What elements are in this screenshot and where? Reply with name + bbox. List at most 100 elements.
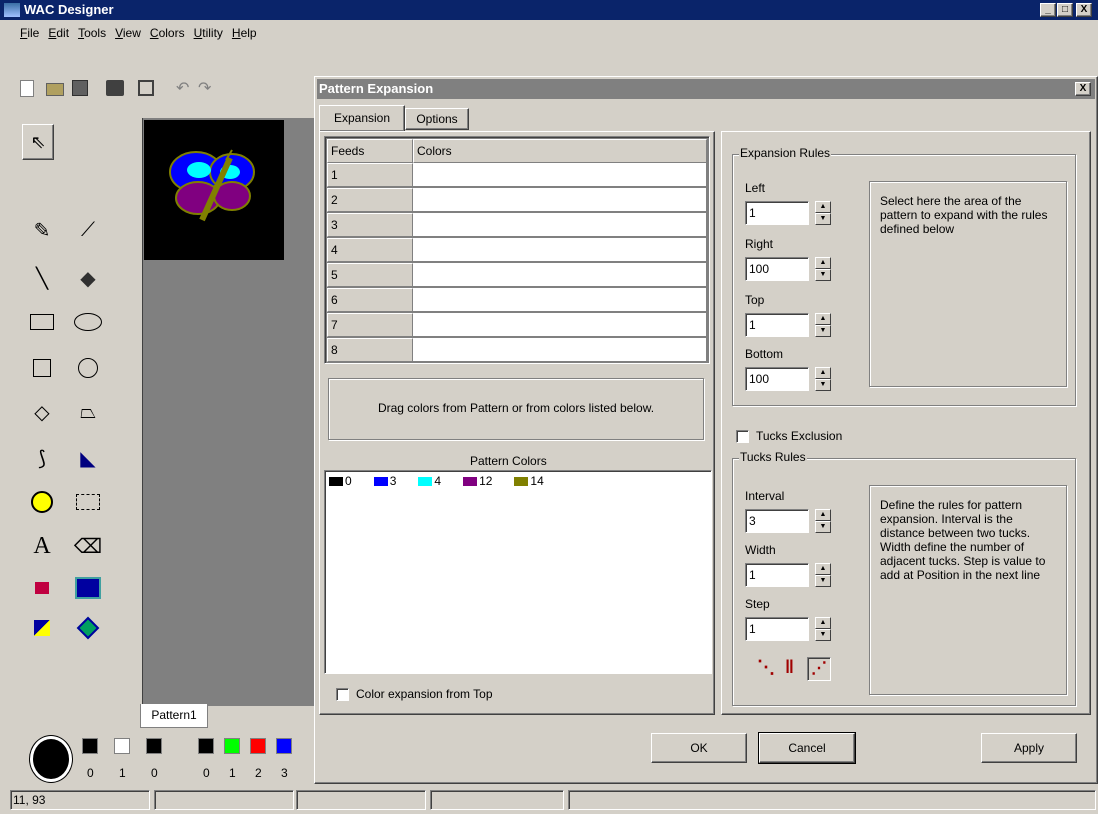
grid-color-cell[interactable] — [413, 288, 707, 312]
menu-item-4[interactable]: Colors — [150, 26, 185, 40]
pattern-color-item[interactable]: 3 — [373, 474, 396, 488]
close-button[interactable]: X — [1076, 3, 1092, 17]
diagonal-left-icon[interactable]: ⋱ — [757, 657, 775, 678]
grid-color-cell[interactable] — [413, 313, 707, 337]
mouse-icon — [30, 736, 72, 782]
grid-row-header: 1 — [327, 163, 413, 187]
save-icon[interactable] — [72, 80, 88, 96]
redo-icon[interactable]: ↷ — [198, 78, 211, 98]
step-input[interactable]: 1 — [745, 617, 809, 641]
eyedropper-icon[interactable]: ⟋ — [74, 216, 102, 244]
ok-button[interactable]: OK — [651, 733, 747, 763]
dialog-close-button[interactable]: X — [1075, 82, 1091, 96]
new-icon[interactable] — [20, 80, 34, 97]
bottom-input[interactable]: 100 — [745, 367, 809, 391]
grid-color-cell[interactable] — [413, 213, 707, 237]
tab-options[interactable]: Options — [405, 108, 469, 130]
top-spinner[interactable]: ▲ ▼ — [815, 313, 831, 337]
copy-blocks-icon[interactable] — [74, 574, 102, 602]
canvas-tab[interactable]: Pattern1 — [140, 704, 208, 728]
apply-button[interactable]: Apply — [981, 733, 1077, 763]
diagonal-right-icon[interactable]: ⋰ — [807, 657, 831, 681]
cancel-button[interactable]: Cancel — [758, 732, 856, 764]
menu-item-6[interactable]: Help — [232, 26, 257, 40]
pattern-color-item[interactable]: 0 — [329, 474, 352, 488]
menu-item-3[interactable]: View — [115, 26, 141, 40]
freehand-icon[interactable]: ⟆ — [28, 444, 56, 472]
text-icon[interactable]: A — [28, 532, 56, 560]
menu-item-0[interactable]: File — [20, 26, 39, 40]
grid-color-cell[interactable] — [413, 163, 707, 187]
status-coords: 11, 93 — [10, 790, 150, 810]
mouse-color-swatch[interactable] — [82, 738, 98, 754]
print-icon[interactable] — [106, 80, 124, 96]
feeds-grid: Feeds Colors 12345678 — [324, 136, 710, 364]
tucks-rules-legend: Tucks Rules — [739, 450, 807, 464]
width-input[interactable]: 1 — [745, 563, 809, 587]
palette-color-swatch[interactable] — [224, 738, 240, 754]
mouse-color-label: 0 — [87, 766, 94, 780]
exit-icon[interactable] — [138, 80, 154, 96]
brush-icon[interactable]: ◣ — [74, 444, 102, 472]
grid-color-cell[interactable] — [413, 188, 707, 212]
undo-icon[interactable]: ↶ — [176, 78, 189, 98]
minimize-button[interactable]: _ — [1040, 3, 1056, 17]
palette-color-swatch[interactable] — [250, 738, 266, 754]
menu-item-2[interactable]: Tools — [78, 26, 106, 40]
line-icon[interactable]: ╲ — [28, 264, 56, 292]
right-input[interactable]: 100 — [745, 257, 809, 281]
width-label: Width — [745, 543, 776, 557]
rotate-icon[interactable] — [74, 614, 102, 642]
vertical-icon[interactable]: ‖ — [785, 657, 794, 678]
pattern-color-item[interactable]: 4 — [418, 474, 441, 488]
polygon-icon[interactable]: ⏢ — [74, 398, 102, 426]
circle-icon[interactable] — [74, 354, 102, 382]
rectangle-icon[interactable] — [28, 308, 56, 336]
diamond-icon[interactable]: ◇ — [28, 398, 56, 426]
top-label: Top — [745, 293, 765, 307]
grid-color-cell[interactable] — [413, 238, 707, 262]
eraser-icon[interactable]: ⌫ — [74, 532, 102, 560]
dialog-titlebar: Pattern Expansion X — [317, 79, 1095, 99]
pattern-expansion-dialog: Pattern Expansion X Expansion Options Fe… — [314, 76, 1098, 784]
step-spinner[interactable]: ▲ ▼ — [815, 617, 831, 641]
drag-hint-box: Drag colors from Pattern or from colors … — [328, 378, 704, 440]
pencil-icon[interactable]: ✎ — [28, 216, 56, 244]
canvas-area[interactable] — [142, 118, 318, 706]
top-input[interactable]: 1 — [745, 313, 809, 337]
flip-icon[interactable] — [28, 614, 56, 642]
fill-bucket-icon[interactable]: ◆ — [74, 264, 102, 292]
mouse-color-swatch[interactable] — [146, 738, 162, 754]
grid-color-cell[interactable] — [413, 338, 707, 362]
palette-color-swatch[interactable] — [198, 738, 214, 754]
ellipse-icon[interactable] — [74, 308, 102, 336]
pattern-color-item[interactable]: 14 — [514, 474, 544, 488]
menu-item-1[interactable]: Edit — [48, 26, 69, 40]
grid-color-cell[interactable] — [413, 263, 707, 287]
select-rect-icon[interactable] — [74, 488, 102, 516]
pattern-color-item[interactable]: 12 — [463, 474, 492, 488]
width-spinner[interactable]: ▲ ▼ — [815, 563, 831, 587]
maximize-button[interactable]: □ — [1057, 3, 1073, 17]
tucks-exclusion-checkbox[interactable] — [736, 430, 749, 443]
square-icon[interactable] — [28, 354, 56, 382]
mouse-color-swatch[interactable] — [114, 738, 130, 754]
grid-row-header: 5 — [327, 263, 413, 287]
left-spinner[interactable]: ▲ ▼ — [815, 201, 831, 225]
pointer-tool[interactable]: ⇖ — [22, 124, 54, 160]
interval-input[interactable]: 3 — [745, 509, 809, 533]
menu-item-5[interactable]: Utility — [194, 26, 223, 40]
color-expansion-checkbox[interactable] — [336, 688, 349, 701]
pattern-colors-list[interactable]: 0 3 4 12 14 — [324, 470, 712, 674]
app-title: WAC Designer — [24, 2, 114, 17]
bottom-spinner[interactable]: ▲ ▼ — [815, 367, 831, 391]
right-spinner[interactable]: ▲ ▼ — [815, 257, 831, 281]
open-icon[interactable] — [46, 83, 64, 96]
tab-expansion[interactable]: Expansion — [319, 105, 405, 131]
left-input[interactable]: 1 — [745, 201, 809, 225]
step-label: Step — [745, 597, 770, 611]
palette-color-swatch[interactable] — [276, 738, 292, 754]
copy-pattern-icon[interactable] — [28, 574, 56, 602]
apple-icon[interactable] — [28, 488, 56, 516]
interval-spinner[interactable]: ▲ ▼ — [815, 509, 831, 533]
